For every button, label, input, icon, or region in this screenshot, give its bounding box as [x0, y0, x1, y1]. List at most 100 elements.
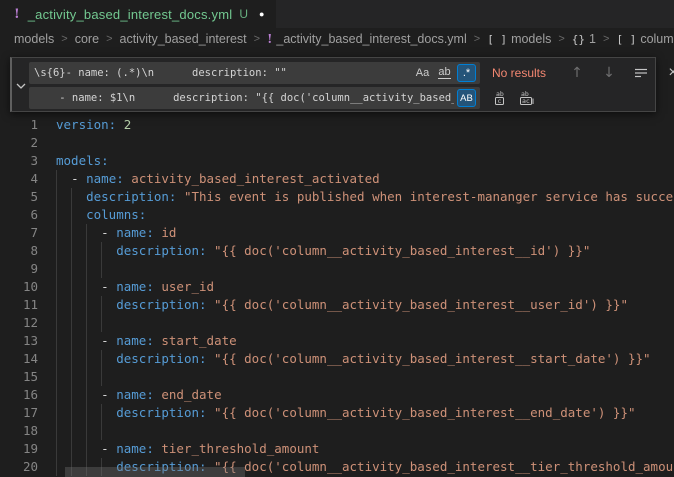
preserve-case-toggle[interactable]: AB [457, 89, 476, 107]
array-symbol-icon: [ ] [487, 33, 507, 46]
line-number: 1 [0, 116, 38, 134]
array-symbol-icon: [ ] [616, 33, 636, 46]
editor-line[interactable]: 9 [0, 260, 674, 278]
editor-line[interactable]: 7 - name: id [0, 224, 674, 242]
find-row: \s{6}- name: (.*)\n description: "" Aa a… [29, 62, 674, 84]
breadcrumb: models > core > activity_based_interest >! _ac… [0, 28, 674, 50]
close-find-button[interactable]: × [664, 64, 674, 82]
find-input[interactable]: \s{6}- name: (.*)\n description: "" Aa a… [29, 62, 480, 84]
indent-guide [56, 368, 57, 386]
editor[interactable]: 1 version: 223models:4 - name: activity_b… [0, 50, 674, 477]
previous-match-button[interactable]: ↑ [568, 64, 586, 82]
editor-line[interactable]: 10 - name: user_id [0, 278, 674, 296]
replace-icon: ab c [493, 90, 509, 106]
indent-guide [86, 368, 87, 386]
arrow-up-icon: ↑ [571, 65, 583, 81]
find-in-selection-button[interactable] [632, 64, 650, 82]
arrow-down-icon: ↓ [603, 65, 615, 81]
editor-line[interactable]: 3models: [0, 152, 674, 170]
indent-guide [101, 260, 102, 278]
editor-line[interactable]: 13 - name: start_date [0, 332, 674, 350]
code-text: - name: end_date [56, 386, 222, 404]
editor-line[interactable]: 2 [0, 134, 674, 152]
code-text: version: 2 [56, 116, 131, 134]
toggle-replace-chevron[interactable] [14, 79, 28, 93]
replace-input-value[interactable]: - name: $1\n description: "{{ doc('colum… [34, 92, 454, 104]
yaml-file-icon: ! [267, 32, 272, 46]
line-number: 17 [0, 404, 38, 422]
tab-activity-based-interest-docs[interactable]: ! _activity_based_interest_docs.yml U ● [0, 0, 277, 28]
find-input-value[interactable]: \s{6}- name: (.*)\n description: "" [34, 67, 410, 79]
indent-guide [56, 422, 57, 440]
line-number: 11 [0, 296, 38, 314]
breadcrumb-label: activity_based_interest [120, 32, 247, 46]
editor-line[interactable]: 16 - name: end_date [0, 386, 674, 404]
indent-guide [56, 314, 57, 332]
editor-line[interactable]: 14 description: "{{ doc('column__activit… [0, 350, 674, 368]
breadcrumb-item[interactable]: {}1 [572, 32, 596, 46]
editor-line[interactable]: 5 description: "This event is published … [0, 188, 674, 206]
vscode-window: ! _activity_based_interest_docs.yml U ● … [0, 0, 674, 477]
line-number: 7 [0, 224, 38, 242]
line-number: 14 [0, 350, 38, 368]
breadcrumb-separator-icon: > [474, 33, 480, 45]
match-case-toggle[interactable]: Aa [413, 64, 432, 82]
indent-guide [86, 422, 87, 440]
code-text: description: "{{ doc('column__activity_b… [56, 242, 590, 260]
whole-word-toggle[interactable]: ab [435, 64, 454, 82]
modified-dot-icon[interactable]: ● [259, 9, 264, 19]
editor-line[interactable]: 17 description: "{{ doc('column__activit… [0, 404, 674, 422]
breadcrumb-separator-icon: > [254, 33, 260, 45]
breadcrumb-item[interactable]: [ ] models [487, 32, 551, 46]
editor-line[interactable]: 4 - name: activity_based_interest_activa… [0, 170, 674, 188]
breadcrumb-item[interactable]: [ ]columns [616, 32, 674, 46]
replace-one-button[interactable]: ab c [492, 89, 510, 107]
line-number: 10 [0, 278, 38, 296]
yaml-file-icon: ! [14, 7, 20, 22]
editor-line[interactable]: 8 description: "{{ doc('column__activity… [0, 242, 674, 260]
indent-guide [86, 260, 87, 278]
tab-title: _activity_based_interest_docs.yml [28, 7, 233, 22]
replace-all-button[interactable]: ab ac [518, 89, 536, 107]
editor-line[interactable]: 18 [0, 422, 674, 440]
git-status-badge: U [239, 7, 248, 21]
indent-guide [56, 260, 57, 278]
line-number: 18 [0, 422, 38, 440]
editor-line[interactable]: 12 [0, 314, 674, 332]
code-text: - name: user_id [56, 278, 214, 296]
breadcrumb-separator-icon: > [603, 33, 609, 45]
indent-guide [101, 422, 102, 440]
breadcrumb-label: _activity_based_interest_docs.yml [276, 32, 466, 46]
breadcrumb-item[interactable]: core [75, 32, 99, 46]
editor-line[interactable]: 19 - name: tier_threshold_amount [0, 440, 674, 458]
svg-text:ac: ac [522, 97, 530, 105]
breadcrumb-item[interactable]: models [14, 32, 54, 46]
replace-input[interactable]: - name: $1\n description: "{{ doc('colum… [29, 87, 480, 109]
line-number: 15 [0, 368, 38, 386]
breadcrumb-item[interactable]: activity_based_interest [120, 32, 247, 46]
breadcrumb-item[interactable]: ! _activity_based_interest_docs.yml [267, 32, 467, 46]
breadcrumb-label: models [14, 32, 54, 46]
code-text: columns: [56, 206, 146, 224]
line-number: 20 [0, 458, 38, 476]
svg-text:c: c [498, 97, 502, 105]
next-match-button[interactable]: ↓ [600, 64, 618, 82]
regex-toggle[interactable]: .* [457, 64, 476, 82]
replace-row: - name: $1\n description: "{{ doc('colum… [29, 87, 536, 109]
replace-all-icon: ab ac [519, 90, 535, 106]
line-number: 4 [0, 170, 38, 188]
code-text: description: "This event is published wh… [56, 188, 674, 206]
code-text: - name: id [56, 224, 176, 242]
indent-guide [101, 368, 102, 386]
editor-line[interactable]: 15 [0, 368, 674, 386]
breadcrumb-separator-icon: > [558, 33, 564, 45]
code-text: description: "{{ doc('column__activity_b… [56, 404, 636, 422]
editor-line[interactable]: 6 columns: [0, 206, 674, 224]
horizontal-scrollbar[interactable] [65, 467, 245, 477]
code-text: models: [56, 152, 109, 170]
editor-line[interactable]: 11 description: "{{ doc('column__activit… [0, 296, 674, 314]
line-number: 16 [0, 386, 38, 404]
breadcrumb-label: models [511, 32, 551, 46]
editor-line[interactable]: 1 version: 2 [0, 116, 674, 134]
line-number: 9 [0, 260, 38, 278]
